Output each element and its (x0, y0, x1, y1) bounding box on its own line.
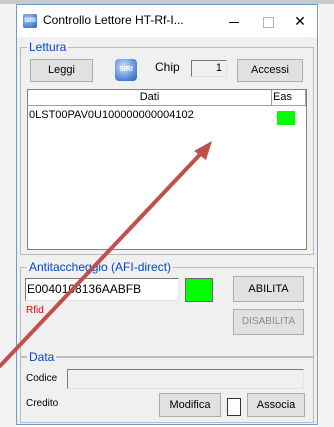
codice-label: Codice (26, 373, 58, 384)
background-left (0, 4, 16, 427)
app-window: SIRI Controllo Lettore HT-Rf-I... ✕ Lett… (16, 4, 318, 425)
accessi-button[interactable]: Accessi (237, 59, 303, 82)
background-right (319, 4, 334, 427)
chip-label: Chip (155, 60, 180, 74)
disabilita-button[interactable]: DISABILITA (233, 309, 304, 335)
siri-icon: SIRI (115, 59, 137, 81)
app-icon: SIRI (23, 14, 37, 28)
leggi-button-label: Leggi (48, 64, 75, 76)
lettura-group-label: Lettura (27, 40, 69, 54)
abilita-button[interactable]: ABILITA (233, 276, 304, 302)
column-header-dati[interactable]: Dati (28, 90, 272, 106)
codice-field[interactable] (67, 369, 304, 389)
maximize-icon (262, 16, 274, 28)
afi-status-indicator (185, 278, 213, 302)
maximize-button[interactable] (251, 5, 285, 37)
abilita-button-label: ABILITA (248, 283, 289, 295)
close-icon: ✕ (294, 13, 306, 29)
accessi-button-label: Accessi (251, 64, 289, 76)
modifica-button[interactable]: Modifica (159, 393, 221, 417)
dati-list[interactable]: Dati Eas 0LST00PAV0U100000000004102 (27, 89, 307, 250)
minimize-icon (229, 21, 239, 23)
leggi-button[interactable]: Leggi (30, 59, 93, 82)
credito-label: Credito (26, 398, 59, 409)
disabilita-button-label: DISABILITA (241, 316, 296, 327)
close-button[interactable]: ✕ (283, 5, 317, 37)
associa-button[interactable]: Associa (247, 393, 305, 417)
credito-checkbox[interactable] (227, 398, 241, 416)
window-title: Controllo Lettore HT-Rf-I... (43, 13, 184, 27)
title-bar[interactable]: SIRI Controllo Lettore HT-Rf-I... ✕ (17, 5, 317, 37)
minimize-button[interactable] (217, 5, 251, 37)
antitaccheggio-group-label: Antitaccheggio (AFI-direct) (27, 260, 174, 274)
chip-field[interactable]: 1 (191, 60, 227, 77)
column-header-eas[interactable]: Eas (272, 90, 306, 106)
associa-button-label: Associa (256, 399, 296, 411)
chip-value: 1 (215, 62, 222, 74)
data-group-label: Data (27, 350, 57, 364)
tag-id-value: E0040108136AABFB (27, 282, 142, 296)
row-dati-value[interactable]: 0LST00PAV0U100000000004102 (29, 109, 194, 121)
rfid-label: Rfid (26, 305, 44, 316)
modifica-button-label: Modifica (169, 399, 211, 411)
eas-status-indicator (277, 111, 295, 125)
tag-id-field[interactable]: E0040108136AABFB (25, 278, 179, 301)
